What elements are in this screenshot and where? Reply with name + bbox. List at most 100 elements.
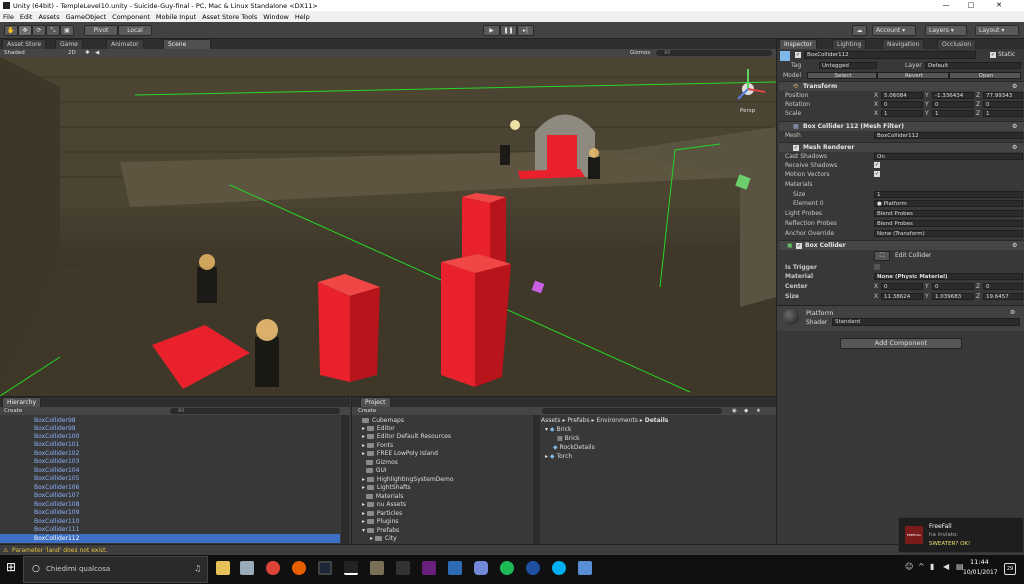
mesh-filter-header[interactable]: ▦ Box Collider 112 (Mesh Filter) ⚙ [779,121,1024,131]
status-bar[interactable]: ⚠ Parameter 'land' does not exist. [0,544,1024,555]
scene-viewport[interactable]: Persp [0,57,776,396]
element0-field[interactable]: ● Platform [874,200,1023,207]
calendar-app-icon[interactable] [448,561,462,575]
scale-tool-button[interactable]: ⤡ [46,25,60,36]
physic-material-field[interactable]: None (Physic Material) [874,273,1023,280]
list-item-selected[interactable]: BoxCollider112 [34,535,79,542]
folder-item[interactable]: ▸ nu Assets [362,501,406,508]
pause-button[interactable]: ❚❚ [500,25,517,36]
shading-dropdown[interactable]: Shaded [4,49,25,57]
asset-item[interactable]: ▾ ◆ Brick [545,426,572,433]
folder-item[interactable]: ▾ Prefabs [362,527,399,534]
breadcrumb-prefabs[interactable]: Prefabs [567,417,589,424]
receive-shadows-checkbox[interactable]: ✓ [874,162,880,168]
box-collider-gear-icon[interactable]: ⚙ [1012,241,1017,251]
asset-item[interactable]: ◆ RockDetails [553,444,595,451]
project-search-input[interactable] [542,408,722,414]
breadcrumb-assets[interactable]: Assets [541,417,561,424]
menu-help[interactable]: Help [292,13,313,21]
edit-collider-button[interactable]: ⛶ [874,251,890,261]
is-trigger-checkbox[interactable] [874,264,880,270]
unity-icon[interactable] [344,561,358,575]
tab-animator[interactable]: Animator [106,39,144,49]
project-tree-scrollbar[interactable] [533,415,540,544]
list-item[interactable]: BoxCollider110 [34,518,79,525]
menu-file[interactable]: File [0,13,17,21]
model-open-button[interactable]: Open [949,72,1021,79]
close-button[interactable]: ✕ [988,0,1010,11]
mode-2d-button[interactable]: 2D [68,49,76,57]
tab-lighting[interactable]: Lighting [832,39,867,49]
folder-item[interactable]: Materials [362,493,403,500]
favorite-star-icon[interactable]: ★ [756,407,761,415]
scale-x-field[interactable]: 1 [881,110,923,117]
gimp-icon[interactable] [370,561,384,575]
menu-assets[interactable]: Assets [35,13,62,21]
rotation-z-field[interactable]: 0 [983,101,1023,108]
discord-icon[interactable] [474,561,488,575]
center-y-field[interactable]: 0 [932,283,974,290]
skype-icon[interactable] [552,561,566,575]
active-checkbox[interactable]: ✓ [795,52,801,58]
spotify-icon[interactable] [500,561,514,575]
tag-dropdown[interactable]: Untagged [819,62,877,69]
menu-edit[interactable]: Edit [17,13,36,21]
chrome-icon[interactable] [266,561,280,575]
collider-size-z-field[interactable]: 19.6457 [983,293,1023,300]
step-button[interactable]: ▸| [517,25,534,36]
tab-asset-store[interactable]: Asset Store [2,39,47,49]
clock-time[interactable]: 11:44 [970,558,989,566]
minimize-button[interactable]: — [935,0,957,11]
list-item[interactable]: BoxCollider102 [34,450,79,457]
file-explorer-icon[interactable] [216,561,230,575]
hierarchy-scrollbar[interactable] [341,415,349,544]
folder-item[interactable]: ▸ Editor Default Resources [362,433,451,440]
hierarchy-search-input[interactable]: All [170,408,340,414]
shader-dropdown[interactable]: Standard [832,318,1020,326]
box-collider-header[interactable]: ▣ ✓ Box Collider ⚙ [779,240,1024,250]
folder-item[interactable]: ▸ FREE LowPoly Island [362,450,438,457]
layers-dropdown[interactable]: Layers ▾ [925,25,967,36]
add-component-button[interactable]: Add Component [840,338,962,349]
mesh-renderer-header[interactable]: ✓ Mesh Renderer ⚙ [779,142,1024,152]
folder-item[interactable]: GUI [362,467,387,474]
tray-chevron-icon[interactable]: ^ [918,562,925,571]
play-button[interactable]: ▶ [483,25,500,36]
hierarchy-create-dropdown[interactable]: Create [4,407,22,415]
tray-person-icon[interactable]: ☺ [905,562,913,571]
list-item[interactable]: BoxCollider100 [34,433,79,440]
pivot-button[interactable]: Pivot [84,25,118,36]
persp-label[interactable]: Persp [740,108,755,114]
tab-hierarchy[interactable]: Hierarchy [2,397,42,407]
folder-item[interactable]: ▸ Editor [362,425,395,432]
rotate-tool-button[interactable]: ⟳ [32,25,46,36]
filter-label-icon[interactable]: ◆ [744,407,748,415]
materials-row[interactable]: Materials [779,180,1024,189]
menu-asset-store-tools[interactable]: Asset Store Tools [199,13,260,21]
clock-date[interactable]: 10/01/2017 [963,569,998,576]
filter-type-icon[interactable]: ◉ [732,407,737,415]
hand-tool-button[interactable]: ✋ [4,25,18,36]
collider-size-x-field[interactable]: 11.38624 [881,293,923,300]
list-item[interactable]: BoxCollider104 [34,467,79,474]
cast-shadows-dropdown[interactable]: On [874,153,1023,160]
windows-start-icon[interactable]: ⊞ [6,560,16,574]
list-item[interactable]: BoxCollider99 [34,425,76,432]
materials-size-field[interactable]: 1 [874,191,1023,198]
visual-studio-icon[interactable] [422,561,436,575]
firefox-icon[interactable] [292,561,306,575]
tray-network-icon[interactable]: ▮ [930,562,934,571]
position-x-field[interactable]: 5.06084 [881,92,923,99]
breadcrumb-details[interactable]: Details [645,417,669,424]
reflection-probes-dropdown[interactable]: Blend Probes [874,220,1023,227]
box-collider-checkbox[interactable]: ✓ [796,243,802,249]
cloud-button[interactable]: ☁ [852,25,867,36]
list-item[interactable]: BoxCollider101 [34,441,79,448]
menu-gameobject[interactable]: GameObject [63,13,110,21]
position-y-field[interactable]: -1.336434 [932,92,974,99]
light-probes-dropdown[interactable]: Blend Probes [874,210,1023,217]
action-center-icon[interactable]: 29 [1004,563,1016,575]
breadcrumb-environments[interactable]: Environments [596,417,637,424]
folder-item[interactable]: ▸ Fonts [362,442,393,449]
tab-game[interactable]: Game [55,39,83,49]
